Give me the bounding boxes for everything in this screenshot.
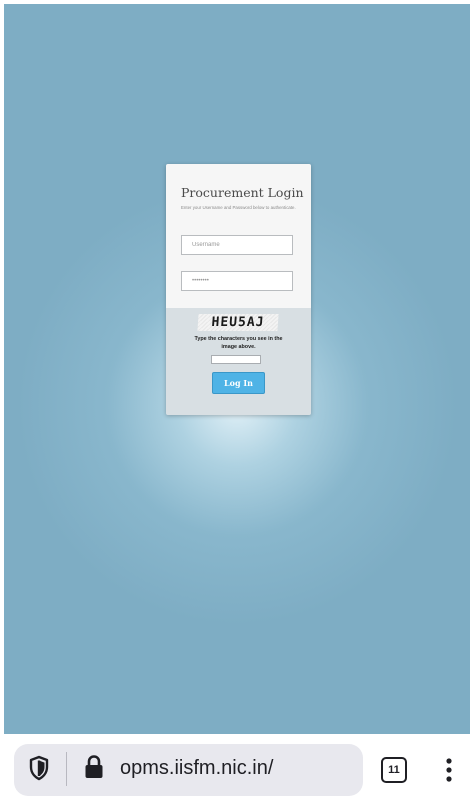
captcha-image: HEU5AJ bbox=[197, 314, 279, 331]
page-title: Procurement Login bbox=[181, 185, 304, 200]
login-card: Procurement Login Enter your Username an… bbox=[166, 164, 311, 415]
password-input[interactable] bbox=[181, 271, 293, 291]
address-bar-divider bbox=[66, 752, 67, 786]
url-text[interactable]: opms.iisfm.nic.in/ bbox=[120, 756, 273, 780]
more-vertical-icon[interactable] bbox=[440, 756, 458, 784]
username-input[interactable] bbox=[181, 235, 293, 255]
captcha-instruction: Type the characters you see in the image… bbox=[194, 336, 283, 350]
captcha-input[interactable] bbox=[211, 355, 261, 364]
login-instructions: Enter your Username and Password below t… bbox=[181, 205, 296, 210]
web-page-viewport: Procurement Login Enter your Username an… bbox=[4, 4, 470, 734]
lock-icon[interactable] bbox=[84, 754, 104, 780]
tab-switcher-button[interactable]: 11 bbox=[381, 757, 407, 783]
browser-toolbar: opms.iisfm.nic.in/ 11 bbox=[0, 734, 474, 805]
shield-icon[interactable] bbox=[29, 755, 49, 781]
login-button[interactable]: Log In bbox=[212, 372, 265, 394]
